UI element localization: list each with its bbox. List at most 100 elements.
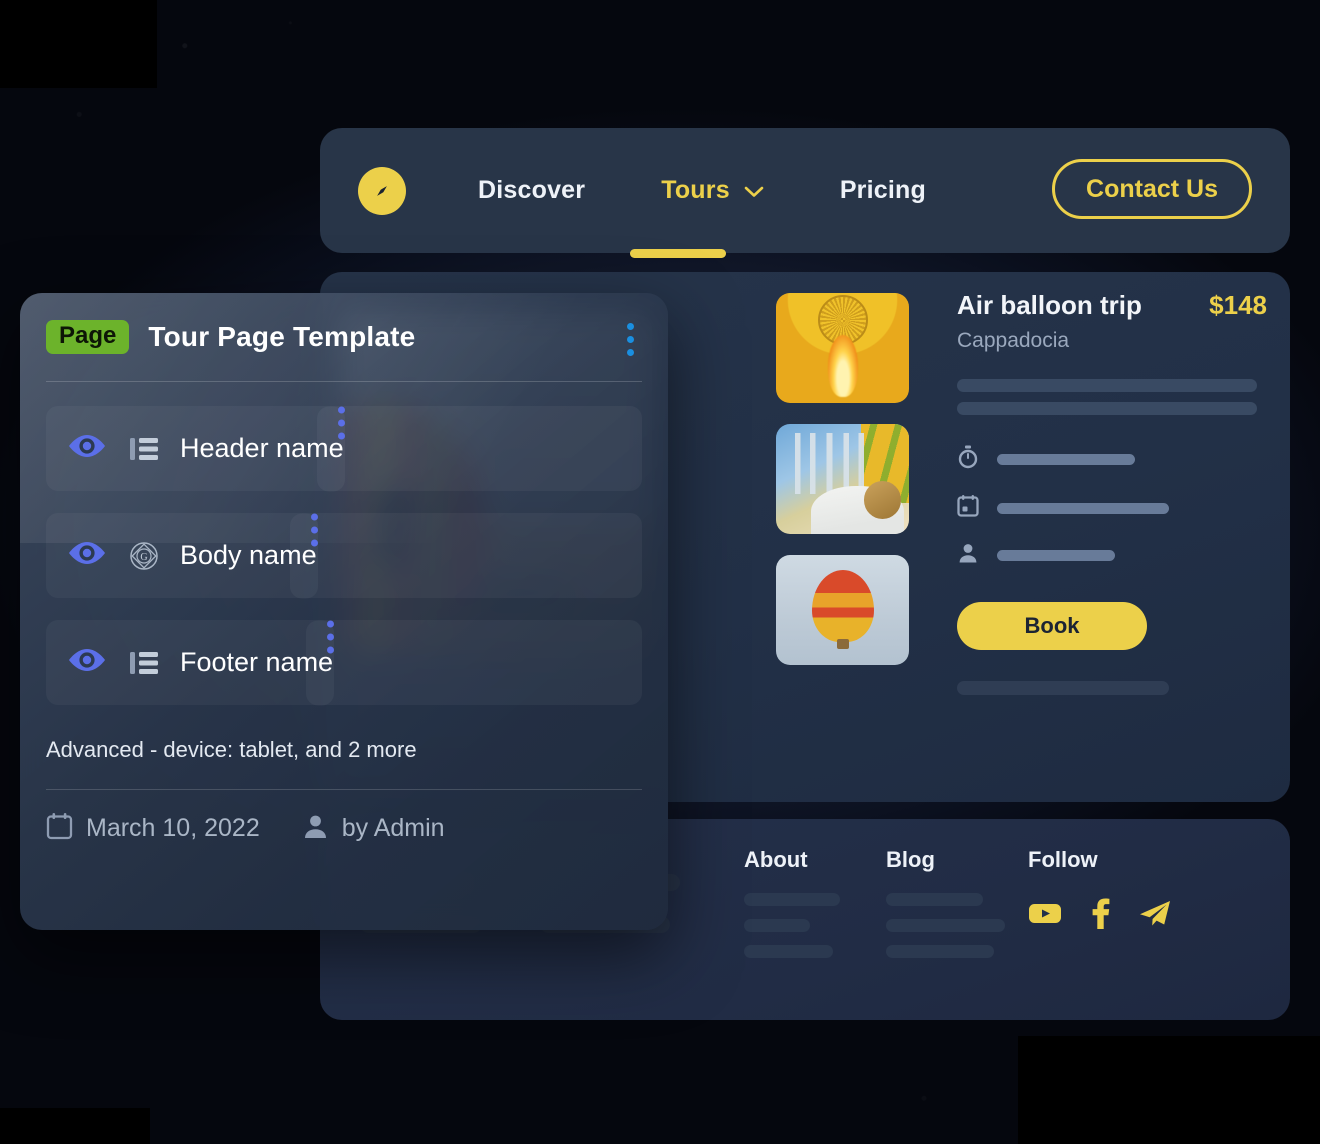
- kebab-dot: [310, 513, 318, 520]
- author-name: by Admin: [341, 814, 445, 842]
- card-header: Page Tour Page Template: [20, 293, 668, 356]
- footer-column-title[interactable]: Blog: [886, 847, 1028, 873]
- youtube-icon[interactable]: [1028, 900, 1062, 931]
- nav-link-tours-label: Tours: [661, 176, 730, 204]
- eye-icon[interactable]: [67, 433, 107, 464]
- placeholder-bar: [997, 550, 1115, 561]
- corner-mask-bottom-left: [0, 1108, 150, 1144]
- template-section-list: Header name G Body name Footer name: [20, 382, 668, 705]
- passenger-hair-detail: [863, 481, 902, 519]
- book-button[interactable]: Book: [957, 602, 1147, 650]
- placeholder-bar: [997, 454, 1135, 465]
- navbar: Discover Tours Pricing Contact Us: [320, 128, 1290, 258]
- facebook-icon[interactable]: [1089, 896, 1111, 935]
- placeholder-bar: [886, 945, 994, 958]
- svg-text:G: G: [140, 552, 147, 563]
- layout-list-icon: [129, 650, 159, 676]
- placeholder-bar: [886, 893, 983, 906]
- product-detail-rows: [957, 445, 1267, 569]
- eye-icon[interactable]: [67, 647, 107, 678]
- section-row-menu-button[interactable]: [306, 620, 335, 705]
- calendar-icon: [957, 494, 979, 522]
- contact-us-button[interactable]: Contact Us: [1052, 159, 1252, 219]
- created-date: March 10, 2022: [86, 814, 260, 842]
- placeholder-bar: [957, 681, 1169, 695]
- nav-link-tours[interactable]: Tours: [661, 176, 764, 205]
- contact-us-label: Contact Us: [1086, 174, 1218, 203]
- kebab-dot: [310, 539, 318, 546]
- footer-column-title[interactable]: About: [744, 847, 886, 873]
- global-badge-icon: G: [129, 541, 159, 571]
- status-badge: Page: [46, 320, 130, 354]
- book-button-label: Book: [1024, 613, 1080, 638]
- tour-info-header: Air balloon trip $148: [957, 290, 1267, 321]
- card-menu-button[interactable]: [627, 323, 634, 356]
- footer-column-blog: Blog: [886, 847, 1028, 958]
- section-row-menu-button[interactable]: [316, 406, 345, 491]
- gallery-thumbnail-3[interactable]: [776, 555, 909, 665]
- placeholder-bar: [957, 379, 1257, 392]
- stopwatch-icon: [957, 445, 979, 474]
- social-links: [1028, 896, 1172, 935]
- section-row-menu-button[interactable]: [289, 513, 318, 598]
- footer-column-about: About: [744, 847, 886, 958]
- placeholder-bar: [744, 893, 840, 906]
- corner-mask-bottom-right: [1018, 1036, 1320, 1144]
- product-location: Cappadocia: [957, 329, 1070, 352]
- person-icon: [957, 542, 979, 569]
- advanced-settings-note: Advanced - device: tablet, and 2 more: [46, 737, 417, 762]
- kebab-dot: [327, 620, 335, 627]
- gallery-thumbnail-list: [776, 293, 909, 665]
- chevron-down-icon: [744, 176, 764, 205]
- card-metadata: March 10, 2022 by Admin: [20, 790, 668, 845]
- kebab-dot: [337, 432, 345, 439]
- kebab-dot: [327, 646, 335, 653]
- nav-link-discover-label: Discover: [478, 176, 586, 204]
- person-icon: [302, 813, 329, 845]
- product-title: Air balloon trip: [957, 290, 1142, 320]
- detail-row-people: [957, 542, 1267, 569]
- footer-column-placeholders: [886, 893, 1028, 958]
- footer-column-follow: Follow: [1028, 847, 1172, 958]
- gallery-thumbnail-1[interactable]: [776, 293, 909, 403]
- product-price: $148: [1209, 290, 1267, 320]
- telegram-icon[interactable]: [1138, 898, 1172, 933]
- kebab-dot: [327, 633, 335, 640]
- kebab-dot: [627, 336, 634, 343]
- placeholder-bar: [744, 945, 833, 958]
- kebab-dot: [310, 526, 318, 533]
- detail-row-date: [957, 494, 1267, 522]
- nav-link-pricing[interactable]: Pricing: [840, 176, 926, 205]
- active-tab-underline: [630, 249, 726, 258]
- page-title: Tour Page Template: [148, 321, 416, 352]
- nav-link-pricing-label: Pricing: [839, 176, 926, 204]
- section-row-header[interactable]: Header name: [46, 406, 642, 491]
- section-row-body[interactable]: G Body name: [46, 513, 642, 598]
- calendar-icon: [46, 812, 73, 845]
- kebab-dot: [627, 323, 634, 330]
- footer-link-columns: About Blog Follow: [744, 847, 1172, 958]
- burner-flame-detail: [827, 334, 858, 397]
- section-row-footer[interactable]: Footer name: [46, 620, 642, 705]
- placeholder-bar: [886, 919, 1005, 932]
- footer-column-title: Follow: [1028, 847, 1098, 872]
- compass-icon[interactable]: [358, 166, 406, 215]
- nav-links: Discover Tours Pricing: [478, 176, 926, 205]
- corner-mask-top-left: [0, 0, 157, 88]
- layout-list-icon: [129, 436, 159, 462]
- tour-info-column: Air balloon trip $148 Cappadocia Book: [957, 290, 1267, 695]
- placeholder-bar: [744, 919, 810, 932]
- detail-row-duration: [957, 445, 1267, 474]
- kebab-dot: [627, 349, 634, 356]
- screenshot-root: Discover Tours Pricing Contact Us Air ba…: [0, 0, 1320, 1144]
- kebab-dot: [337, 419, 345, 426]
- product-description-placeholder: [957, 379, 1267, 415]
- balloon-basket-detail: [836, 638, 849, 649]
- kebab-dot: [337, 406, 345, 413]
- footer-column-placeholders: [744, 893, 886, 958]
- eye-icon[interactable]: [67, 540, 107, 571]
- page-template-card: Page Tour Page Template Header name G Bo…: [20, 293, 668, 930]
- placeholder-bar: [957, 402, 1257, 415]
- gallery-thumbnail-2[interactable]: [776, 424, 909, 534]
- nav-link-discover[interactable]: Discover: [478, 176, 585, 205]
